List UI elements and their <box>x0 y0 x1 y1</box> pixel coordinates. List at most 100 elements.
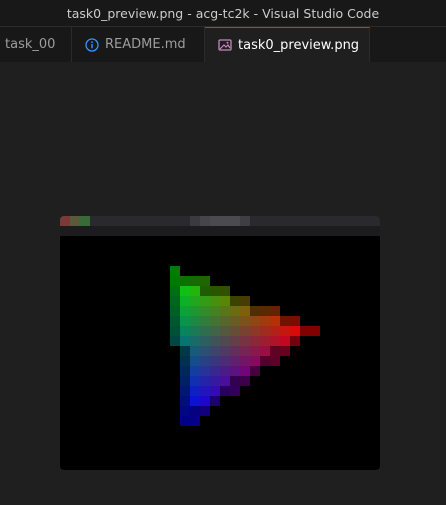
triangle-pixel <box>220 376 230 386</box>
triangle-pixel <box>230 386 240 396</box>
triangle-pixel <box>260 306 270 316</box>
info-icon <box>85 37 99 52</box>
triangle-pixel <box>170 276 180 286</box>
triangle-pixel <box>200 296 210 306</box>
triangle-pixel <box>240 356 250 366</box>
triangle-pixel <box>210 366 220 376</box>
triangle-pixel <box>230 346 240 356</box>
triangle-pixel <box>210 306 220 316</box>
triangle-pixel <box>170 326 180 336</box>
triangle-pixel <box>220 356 230 366</box>
image-preview-editor <box>0 62 446 505</box>
triangle-pixel <box>190 336 200 346</box>
triangle-pixel <box>220 306 230 316</box>
triangle-pixel <box>260 356 270 366</box>
tab-task-00[interactable]: task_00 <box>0 27 72 62</box>
triangle-pixel <box>190 346 200 356</box>
triangle-pixel <box>180 346 190 356</box>
triangle-pixel <box>170 316 180 326</box>
triangle-pixel <box>220 326 230 336</box>
window-titlebar: task0_preview.png - acg-tc2k - Visual St… <box>0 0 446 27</box>
triangle-pixel <box>240 336 250 346</box>
triangle-pixel <box>200 366 210 376</box>
triangle-pixel <box>230 316 240 326</box>
triangle-pixel <box>300 326 310 336</box>
triangle-pixel <box>210 356 220 366</box>
triangle-pixel <box>190 356 200 366</box>
tab-label: README.md <box>105 37 186 52</box>
image-icon <box>218 39 232 51</box>
tab-bar: task_00 README.md task0_preview.png ✕ <box>0 27 446 62</box>
triangle-pixel <box>280 326 290 336</box>
triangle-pixel <box>240 346 250 356</box>
triangle-pixel <box>220 316 230 326</box>
tab-readme[interactable]: README.md <box>72 27 205 62</box>
triangle-pixel <box>180 286 190 296</box>
triangle-pixel <box>200 326 210 336</box>
triangle-pixel <box>190 306 200 316</box>
triangle-pixel <box>210 326 220 336</box>
triangle-pixel <box>210 346 220 356</box>
triangle-pixel <box>230 306 240 316</box>
triangle-pixel <box>220 386 230 396</box>
triangle-pixel <box>170 286 180 296</box>
triangle-pixel <box>220 286 230 296</box>
triangle-pixel <box>240 326 250 336</box>
triangle-pixel <box>190 386 200 396</box>
triangle-pixel <box>170 296 180 306</box>
triangle-pixel <box>170 306 180 316</box>
triangle-pixel <box>190 376 200 386</box>
triangle-pixel <box>230 336 240 346</box>
tab-task0-preview[interactable]: task0_preview.png ✕ <box>205 27 370 62</box>
triangle-pixel <box>270 336 280 346</box>
triangle-pixel <box>240 306 250 316</box>
triangle-pixel <box>190 396 200 406</box>
triangle-pixel <box>190 366 200 376</box>
triangle-pixel <box>250 306 260 316</box>
triangle-pixel <box>260 346 270 356</box>
triangle-pixel <box>310 326 320 336</box>
triangle-pixel <box>290 316 300 326</box>
triangle-pixel <box>290 336 300 346</box>
triangle-pixel <box>270 316 280 326</box>
triangle-pixel <box>190 316 200 326</box>
triangle-pixel <box>190 286 200 296</box>
triangle-pixel <box>230 296 240 306</box>
triangle-pixel <box>190 296 200 306</box>
triangle-pixel <box>190 406 200 416</box>
triangle-pixel <box>280 346 290 356</box>
triangle-pixel <box>180 416 190 426</box>
triangle-pixel <box>180 396 190 406</box>
triangle-pixel <box>210 316 220 326</box>
image-preview <box>60 216 380 470</box>
triangle-pixel <box>270 326 280 336</box>
triangle-pixel <box>210 386 220 396</box>
triangle-pixel <box>200 376 210 386</box>
triangle-pixel <box>220 366 230 376</box>
triangle-pixel <box>280 316 290 326</box>
triangle-pixel <box>200 336 210 346</box>
triangle-pixel <box>200 356 210 366</box>
triangle-pixel <box>200 316 210 326</box>
triangle-pixel <box>290 326 300 336</box>
triangle-pixel <box>180 336 190 346</box>
triangle-pixel <box>230 326 240 336</box>
triangle-pixel <box>250 336 260 346</box>
triangle-pixel <box>200 276 210 286</box>
triangle-pixel <box>190 276 200 286</box>
triangle-pixel <box>270 346 280 356</box>
triangle-pixel <box>190 326 200 336</box>
triangle-pixel <box>200 406 210 416</box>
triangle-pixel <box>220 296 230 306</box>
triangle-pixel <box>200 286 210 296</box>
triangle-pixel <box>180 296 190 306</box>
triangle-pixel <box>170 336 180 346</box>
triangle-pixel <box>230 366 240 376</box>
triangle-pixel <box>240 316 250 326</box>
triangle-pixel <box>250 346 260 356</box>
triangle-pixel <box>240 366 250 376</box>
triangle-pixel <box>220 336 230 346</box>
tab-label: task0_preview.png <box>238 37 360 53</box>
triangle-pixel <box>180 386 190 396</box>
triangle-pixel <box>200 346 210 356</box>
